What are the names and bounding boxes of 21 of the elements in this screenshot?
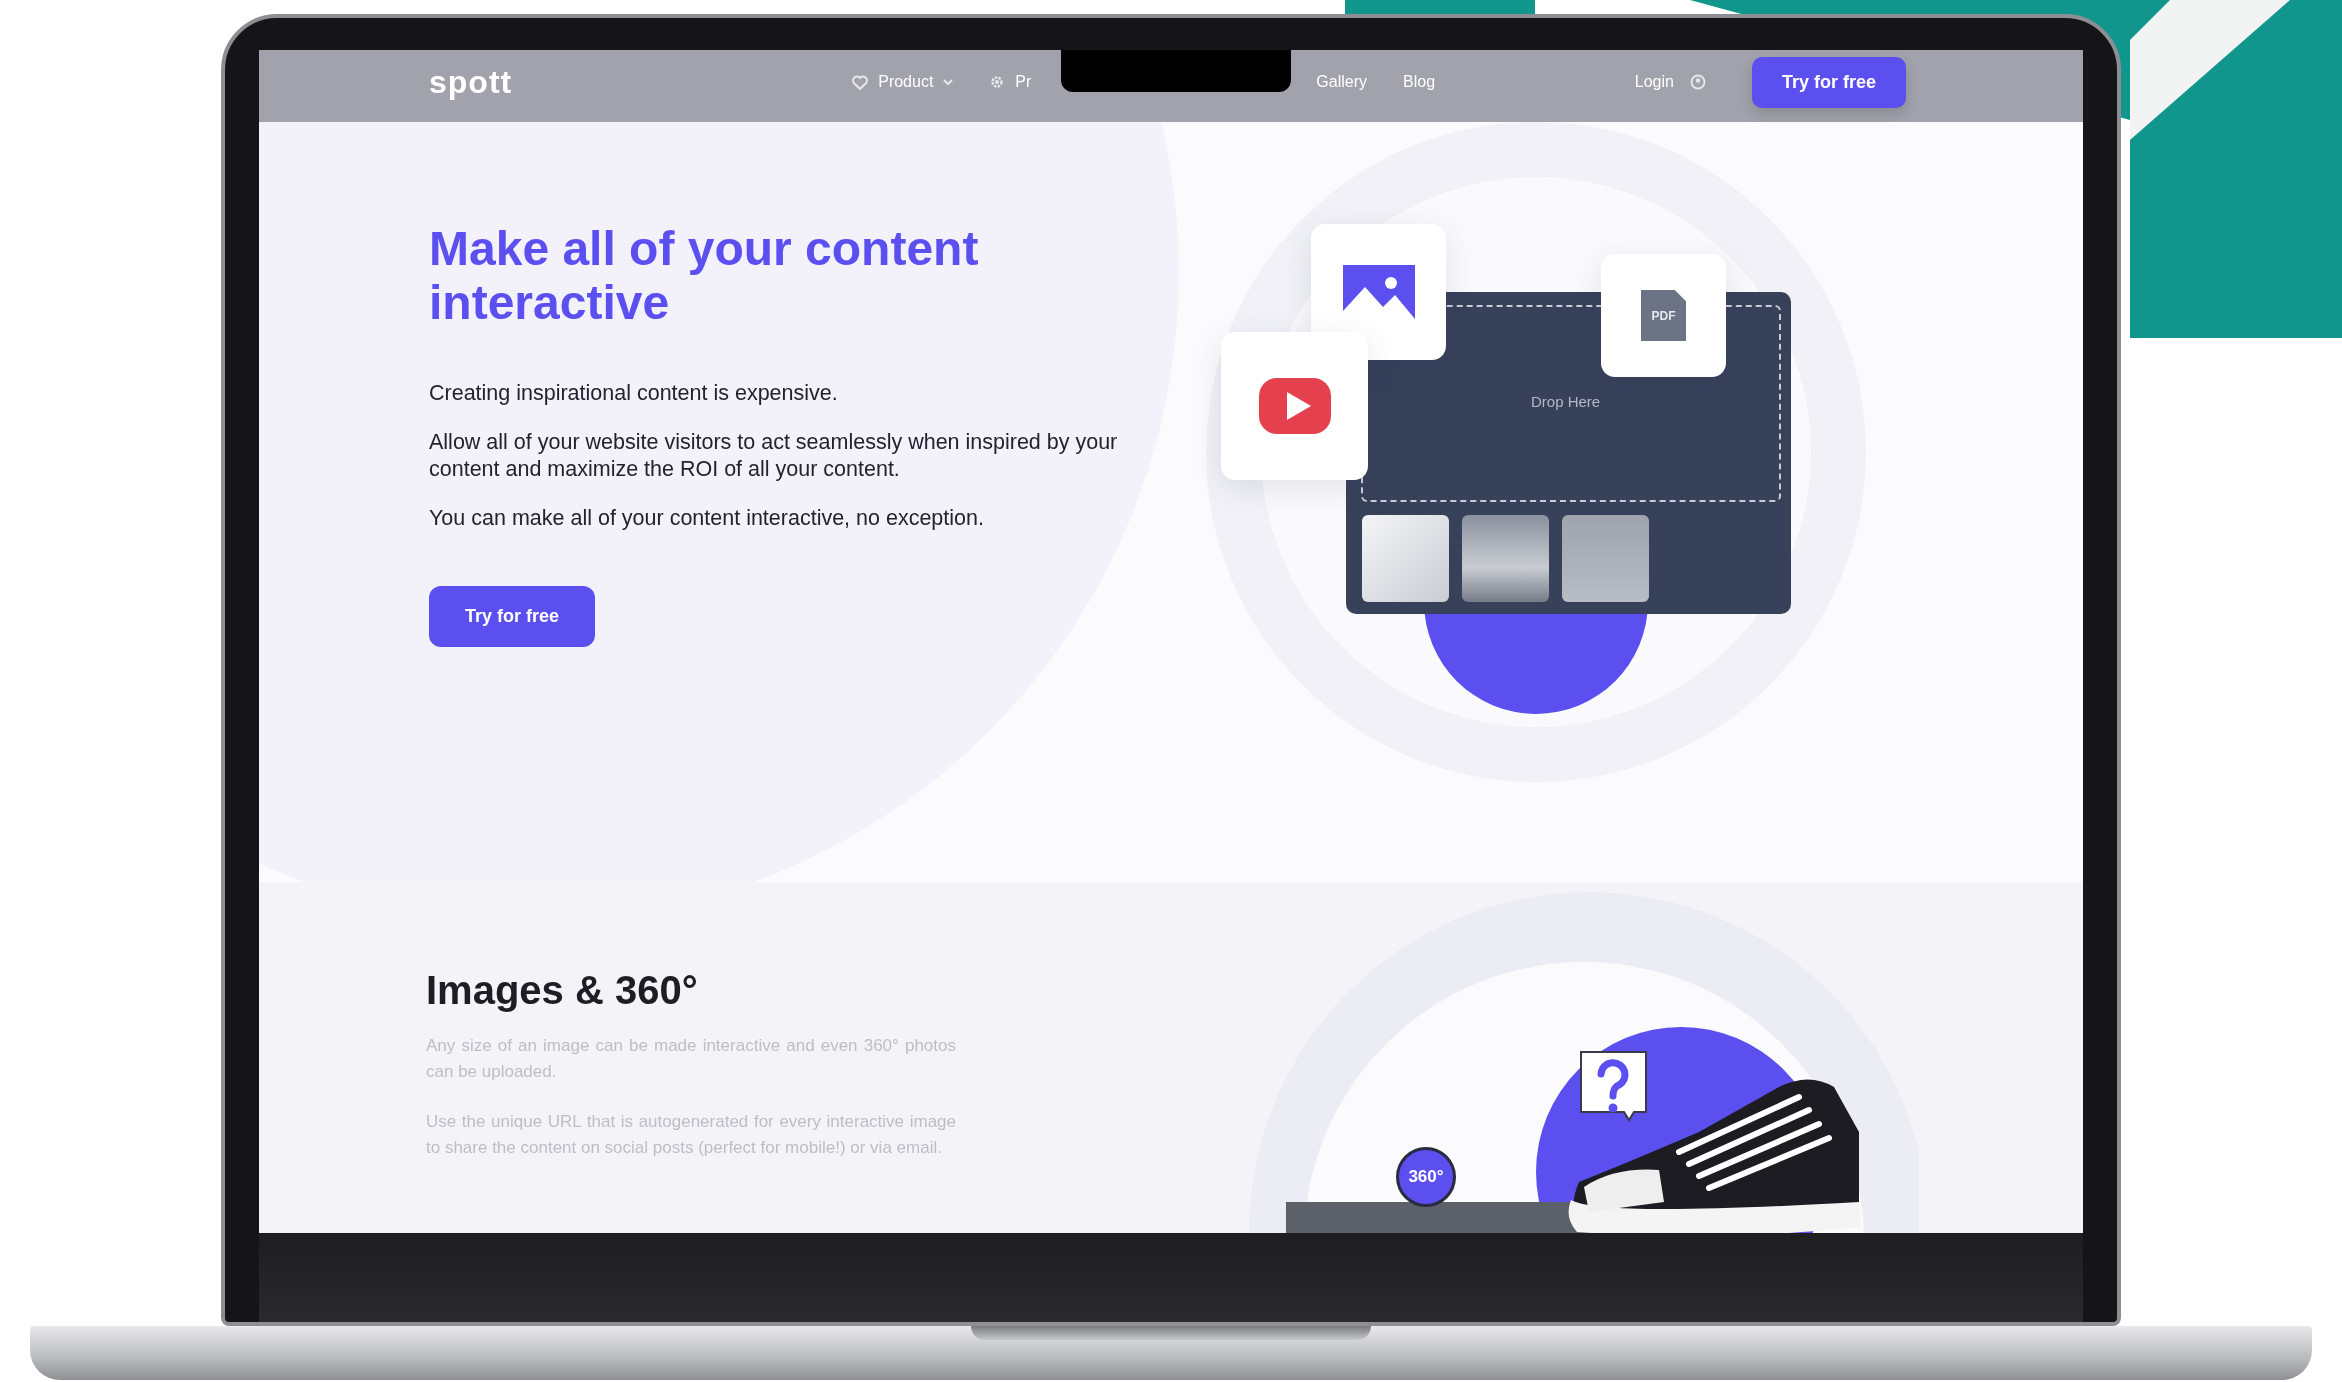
- pdf-file-icon: PDF: [1641, 290, 1686, 341]
- nav-link[interactable]: Blog: [1403, 73, 1436, 91]
- nav-link[interactable]: Gallery: [1316, 73, 1368, 91]
- play-icon: [1258, 378, 1331, 434]
- user-icon: [1689, 74, 1706, 90]
- gear-icon: [989, 74, 1006, 90]
- nav-link[interactable]: Product: [852, 73, 954, 91]
- hero-title: Make all of your content interactive: [429, 222, 980, 330]
- hero-paragraph: Creating inspirational content is expensive.: [429, 380, 839, 407]
- nav-link[interactable]: Pr: [989, 73, 1032, 91]
- section-title: Images & 360°: [426, 968, 699, 1013]
- question-bubble-icon: [1580, 1051, 1647, 1122]
- try-free-button[interactable]: Try for free: [1751, 56, 1906, 108]
- logo[interactable]: spott: [429, 63, 513, 101]
- image-icon: [1342, 265, 1415, 319]
- hero-paragraph: You can make all of your content interactive, no exception.: [429, 505, 985, 532]
- try-free-button[interactable]: Try for free: [429, 586, 596, 647]
- drop-label: Drop Here: [1531, 393, 1601, 410]
- heart-icon: [852, 74, 869, 90]
- hero-paragraph: Allow all of your website visitors to act seamlessly when inspired by your content and maximize the ROI of all your content.: [429, 429, 1119, 483]
- login-link[interactable]: Login: [1628, 72, 1680, 92]
